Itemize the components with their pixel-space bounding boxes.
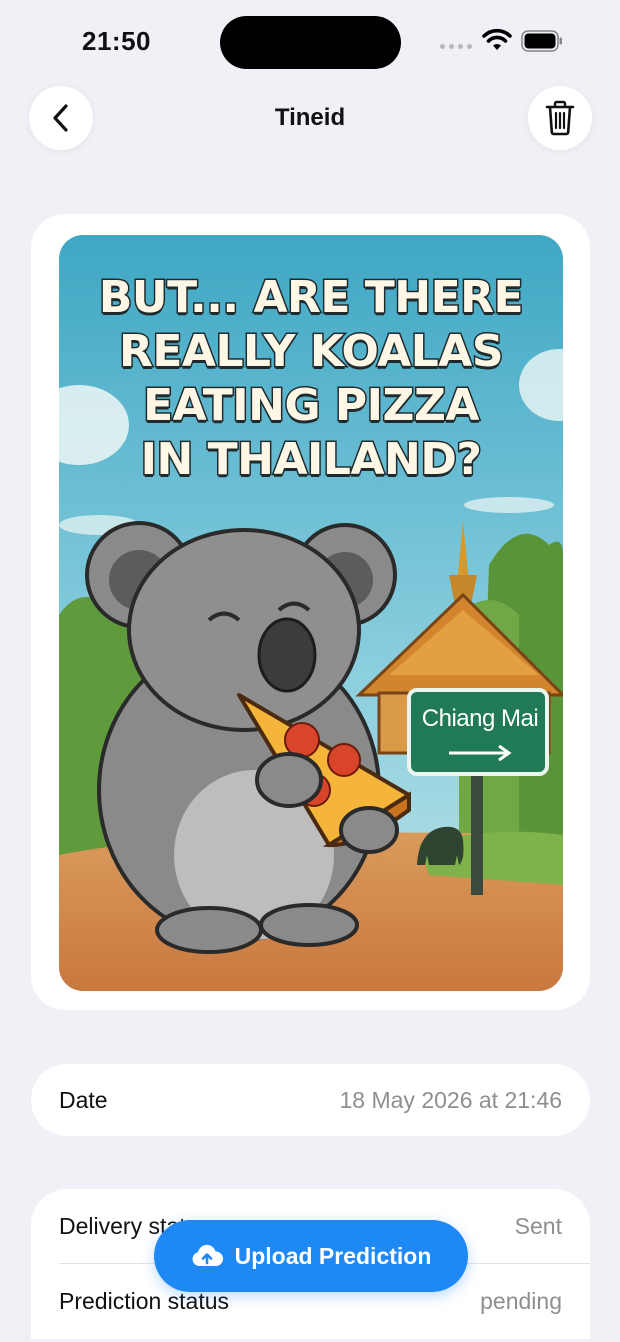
date-row: Date 18 May 2026 at 21:46 bbox=[31, 1064, 590, 1136]
battery-icon bbox=[521, 30, 562, 52]
cloud-upload-icon bbox=[192, 1244, 223, 1266]
koala-pizza-poster-image[interactable]: BUT... ARE THERE REALLY KOALAS EATING PI… bbox=[59, 235, 563, 991]
wifi-icon bbox=[482, 28, 512, 50]
page-title: Tineid bbox=[274, 104, 346, 131]
delete-button[interactable] bbox=[528, 86, 592, 150]
poster-title-line: EATING PIZZA bbox=[142, 379, 481, 433]
status-time: 21:50 bbox=[82, 26, 151, 56]
date-label: Date bbox=[59, 1087, 108, 1113]
prediction-status-value: pending bbox=[480, 1288, 562, 1314]
upload-prediction-button[interactable]: Upload Prediction bbox=[154, 1220, 468, 1292]
upload-prediction-label: Upload Prediction bbox=[234, 1242, 432, 1269]
trash-icon bbox=[545, 100, 575, 136]
poster-title-line: REALLY KOALAS bbox=[117, 325, 505, 379]
dynamic-island bbox=[220, 16, 401, 69]
delivery-status-value: Sent bbox=[514, 1213, 562, 1239]
road-sign-text: Chiang Mai bbox=[421, 705, 539, 732]
image-card: BUT... ARE THERE REALLY KOALAS EATING PI… bbox=[31, 214, 590, 1010]
status-bar: 21:50 bbox=[0, 0, 620, 84]
poster-title: BUT... ARE THERE REALLY KOALAS EATING PI… bbox=[59, 271, 563, 487]
prediction-status-label: Prediction status bbox=[59, 1288, 230, 1314]
poster-title-line: IN THAILAND? bbox=[139, 433, 483, 487]
date-value: 18 May 2026 at 21:46 bbox=[339, 1087, 563, 1113]
cellular-signal-icon bbox=[440, 44, 472, 49]
poster-title-line: BUT... ARE THERE bbox=[97, 271, 525, 325]
